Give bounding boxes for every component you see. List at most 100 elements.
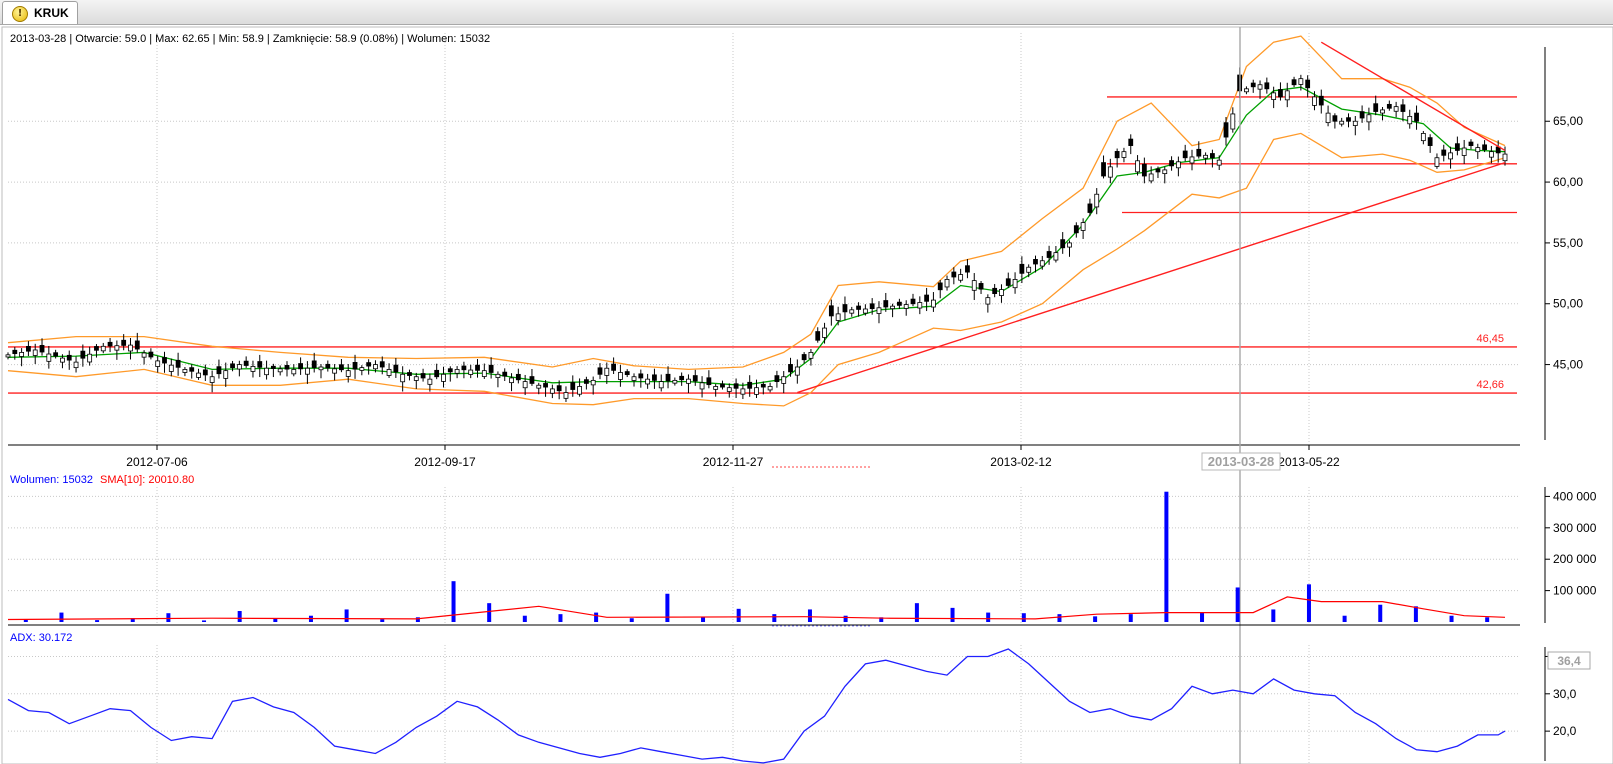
candle-body: [148, 351, 154, 358]
candle-body: [835, 313, 841, 321]
volume-bar: [273, 618, 278, 622]
date-tick-label: 2012-07-06: [126, 455, 188, 469]
candle-body: [1298, 78, 1304, 85]
candle-body: [420, 373, 426, 379]
candle-body: [563, 392, 569, 399]
stock-chart[interactable]: 46,45 42,66 45,00 50,00 55,00 60,00 65,00 201…: [0, 25, 1613, 764]
candle-body: [1216, 159, 1222, 166]
candle-body: [87, 353, 93, 363]
candle-body: [216, 366, 222, 375]
candle-body: [692, 375, 698, 382]
candle-body: [862, 308, 868, 314]
candle-body: [325, 363, 331, 369]
candle-body: [1067, 242, 1072, 248]
candle-body: [1359, 111, 1365, 119]
volume-bar: [380, 619, 385, 622]
volume-bar: [1342, 615, 1347, 622]
candle-body: [189, 367, 195, 372]
volume-bar: [1413, 606, 1418, 622]
candle-body: [1114, 151, 1120, 159]
candle-body: [1196, 148, 1202, 157]
volume-y-tick-label: 100 000: [1553, 584, 1597, 598]
candle-body: [5, 354, 11, 358]
candle-body: [1366, 114, 1372, 123]
candle-body: [944, 279, 950, 288]
volume-sma-line: [7, 596, 1506, 621]
candle-body: [754, 387, 759, 395]
candle-body: [1448, 152, 1453, 160]
candle-body: [577, 386, 582, 395]
candle-body: [1244, 88, 1249, 93]
candle-body: [570, 382, 576, 390]
candle-body: [1373, 103, 1379, 112]
candle-body: [1039, 260, 1045, 267]
candle-body: [107, 341, 113, 347]
candle-body: [1441, 149, 1447, 156]
candle-body: [345, 370, 351, 377]
candle-body: [597, 367, 603, 375]
candle-body: [155, 360, 161, 367]
volume-bar: [1200, 612, 1205, 622]
candle-body: [931, 299, 936, 308]
candle-body: [815, 331, 821, 341]
sma-legend-value: SMA[10]: 20010.80: [100, 474, 194, 486]
candle-body: [1053, 252, 1059, 261]
candle-body: [1312, 96, 1317, 106]
date-axis-ticks: 2012-07-06 2012-09-17 2012-11-27 2013-02-12…: [126, 445, 1340, 469]
candle-body: [706, 377, 712, 386]
volume-bar: [1449, 615, 1454, 622]
candle-body: [924, 294, 930, 302]
candle-body: [447, 368, 453, 373]
candle-body: [509, 377, 514, 384]
candle-body: [604, 367, 610, 376]
header-volume: Wolumen: 15032: [407, 33, 490, 45]
candle-body: [767, 386, 773, 391]
candle-body: [645, 378, 651, 385]
candle-body: [53, 352, 59, 357]
volume-legend-value: Wolumen: 15032: [10, 474, 93, 486]
candle-body: [339, 364, 344, 371]
candle-body: [549, 388, 555, 394]
candle-body: [1284, 90, 1290, 101]
candle-body: [1502, 153, 1508, 162]
candle-body: [407, 372, 412, 376]
candle-body: [1203, 154, 1208, 159]
candle-body: [121, 339, 127, 346]
candle-body: [291, 369, 297, 375]
candle-body: [849, 309, 855, 314]
candle-body: [910, 298, 916, 305]
candle-body: [1073, 225, 1079, 234]
candle-body: [856, 305, 861, 310]
candle-body: [536, 384, 542, 389]
candle-body: [726, 387, 732, 392]
tab-kruk[interactable]: ! KRUK: [2, 1, 78, 24]
candle-body: [1488, 151, 1494, 158]
volume-bar: [807, 609, 812, 622]
adx-line-path: [7, 648, 1506, 764]
candle-body: [822, 327, 827, 338]
candle-body: [94, 346, 99, 351]
candle-body: [19, 352, 25, 357]
candle-body: [1475, 147, 1481, 153]
volume-bar: [487, 603, 492, 622]
candle-body: [658, 381, 664, 389]
header-min: Min: 58.9: [219, 33, 264, 45]
candle-body: [66, 354, 72, 361]
candle-body: [638, 373, 644, 379]
candle-body: [522, 381, 528, 389]
candle-body: [808, 352, 814, 359]
candle-body: [39, 345, 45, 353]
candle-body: [842, 304, 848, 313]
volume-bar: [451, 581, 456, 622]
candle-body: [1407, 115, 1413, 125]
candle-body: [441, 373, 446, 382]
candle-body: [277, 368, 283, 373]
candle-body: [1271, 92, 1277, 100]
price-y-tick-label: 50,00: [1553, 297, 1583, 311]
candle-body: [985, 297, 991, 305]
tab-label: KRUK: [34, 6, 69, 20]
candle-body: [264, 367, 269, 376]
volume-bars: [23, 491, 1490, 622]
warning-icon: !: [12, 6, 28, 22]
volume-y-tick-label: 400 000: [1553, 489, 1597, 503]
